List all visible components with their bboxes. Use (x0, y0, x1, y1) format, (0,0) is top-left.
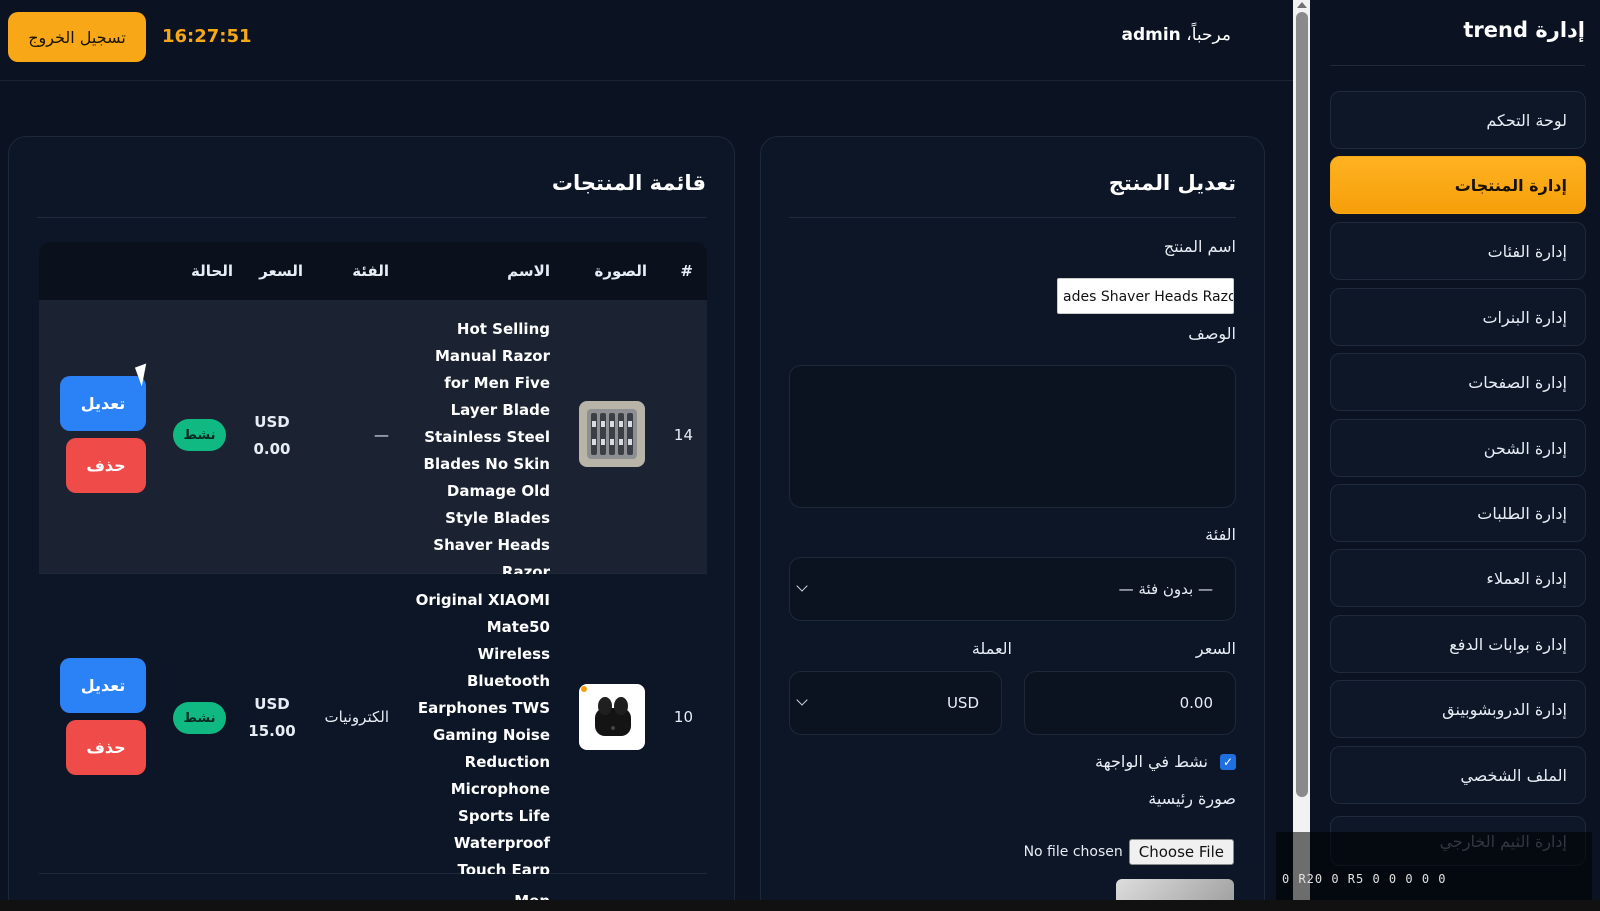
edit-button[interactable]: تعديل (60, 376, 146, 431)
sidebar-item-shipping[interactable]: إدارة الشحن (1330, 419, 1586, 477)
table-row: 14 Hot Selling Manual Razor for Men Five… (39, 300, 707, 581)
product-list-card: قائمة المنتجات # الصورة الاسم الفئة السع… (8, 136, 735, 911)
edit-button[interactable]: تعديل (60, 658, 146, 713)
active-checkbox[interactable]: ✓ (1220, 753, 1236, 770)
divider (789, 217, 1236, 218)
clock: 16:27:51 (162, 26, 252, 47)
product-name-label: اسم المنتج (1163, 237, 1236, 256)
chevron-down-icon (796, 580, 808, 592)
category-select-value: — بدون فئة — (1118, 580, 1213, 598)
file-status: No file chosen (1023, 844, 1123, 860)
product-name: Original XIAOMI Mate50 Wireless Bluetoot… (415, 591, 550, 879)
sidebar-item-profile[interactable]: الملف الشخصي (1330, 746, 1586, 804)
delete-button[interactable]: حذف (66, 438, 146, 493)
product-price: USD 15.00 (247, 691, 297, 745)
file-input: No file chosen Choose File (1024, 839, 1234, 865)
divider (37, 217, 706, 218)
scrollbar-thumb[interactable] (1296, 12, 1308, 797)
product-thumbnail (579, 684, 645, 750)
row-number: 14 (673, 426, 693, 444)
welcome-text: مرحباً، admin (1122, 25, 1232, 45)
products-table: # الصورة الاسم الفئة السعر الحالة 14 Hot… (39, 242, 707, 911)
col-name: الاسم (507, 262, 550, 280)
sidebar-item-orders[interactable]: إدارة الطلبات (1330, 484, 1586, 542)
sidebar-item-pages[interactable]: إدارة الصفحات (1330, 353, 1586, 411)
choose-file-button[interactable]: Choose File (1128, 839, 1234, 865)
price-currency: USD (254, 695, 290, 713)
col-category: الفئة (352, 262, 389, 280)
status-badge: نشط (173, 419, 226, 451)
table-row: 10 Original XIAOMI Mate50 Wireless Bluet… (39, 574, 707, 879)
brand-title: إدارة trend (1463, 18, 1585, 42)
sidebar: إدارة trend لوحة التحكم إدارة المنتجات إ… (1310, 0, 1600, 900)
currency-select[interactable]: USD (789, 671, 1002, 735)
sidebar-item-dropshipping[interactable]: إدارة الدروبشوبينق (1330, 680, 1586, 738)
description-textarea[interactable] (789, 365, 1236, 508)
sidebar-item-categories[interactable]: إدارة الفئات (1330, 222, 1586, 280)
price-amount: 0.00 (253, 440, 291, 458)
product-category: الكترونيات (324, 708, 389, 726)
sidebar-item-customers[interactable]: إدارة العملاء (1330, 549, 1586, 607)
product-name: Hot Selling Manual Razor for Men Five La… (423, 320, 550, 581)
price-currency: USD (254, 413, 290, 431)
col-status: الحالة (191, 262, 233, 280)
video-overlay-code: 0 R20 0 R5 0 0 0 0 0 (1276, 832, 1592, 900)
chevron-down-icon (796, 694, 808, 706)
row-number: 10 (673, 708, 693, 726)
welcome-prefix: مرحباً، (1186, 25, 1231, 45)
scroll-up-arrow-icon[interactable] (1297, 2, 1307, 8)
col-image: الصورة (594, 262, 647, 280)
sidebar-item-banners[interactable]: إدارة البنرات (1330, 288, 1586, 346)
sidebar-item-dashboard[interactable]: لوحة التحكم (1330, 91, 1586, 149)
product-list-title: قائمة المنتجات (551, 171, 706, 195)
category-select[interactable]: — بدون فئة — (789, 557, 1236, 621)
earphones-image (579, 684, 645, 750)
description-label: الوصف (1188, 324, 1236, 343)
edit-product-title: تعديل المنتج (1108, 171, 1236, 195)
active-toggle-row: ✓ نشط في الواجهة (1095, 752, 1236, 771)
table-header: # الصورة الاسم الفئة السعر الحالة (39, 242, 707, 300)
logout-button[interactable]: تسجيل الخروج (8, 12, 146, 62)
product-price: USD 0.00 (247, 409, 297, 463)
status-badge: نشط (173, 702, 226, 734)
category-label: الفئة (1205, 525, 1236, 544)
page-scrollbar[interactable] (1293, 0, 1311, 900)
bottom-strip (0, 900, 1600, 911)
col-num: # (680, 262, 693, 280)
sidebar-item-payment-gateways[interactable]: إدارة بوابات الدفع (1330, 615, 1586, 673)
product-name-input[interactable]: ades Shaver Heads Razor (1057, 278, 1234, 314)
price-amount: 15.00 (248, 722, 296, 740)
razor-blades-image (579, 401, 645, 467)
product-category: — (374, 426, 389, 444)
currency-label: العملة (971, 639, 1012, 658)
product-thumbnail (579, 401, 645, 467)
price-label: السعر (1195, 639, 1236, 658)
col-price: السعر (259, 262, 303, 280)
price-input-value: 0.00 (1179, 694, 1213, 712)
sidebar-item-products[interactable]: إدارة المنتجات (1330, 156, 1586, 214)
username: admin (1121, 25, 1181, 45)
active-label: نشط في الواجهة (1095, 752, 1208, 771)
price-input[interactable]: 0.00 (1024, 671, 1236, 735)
divider (1330, 65, 1585, 66)
delete-button[interactable]: حذف (66, 720, 146, 775)
top-bar: تسجيل الخروج 16:27:51 مرحباً، admin (0, 0, 1293, 81)
edit-product-card: تعديل المنتج اسم المنتج ades Shaver Head… (760, 136, 1265, 911)
admin-app: تسجيل الخروج 16:27:51 مرحباً، admin تعدي… (0, 0, 1600, 911)
main-image-label: صورة رئيسية (1148, 789, 1236, 808)
currency-select-value: USD (946, 694, 979, 712)
